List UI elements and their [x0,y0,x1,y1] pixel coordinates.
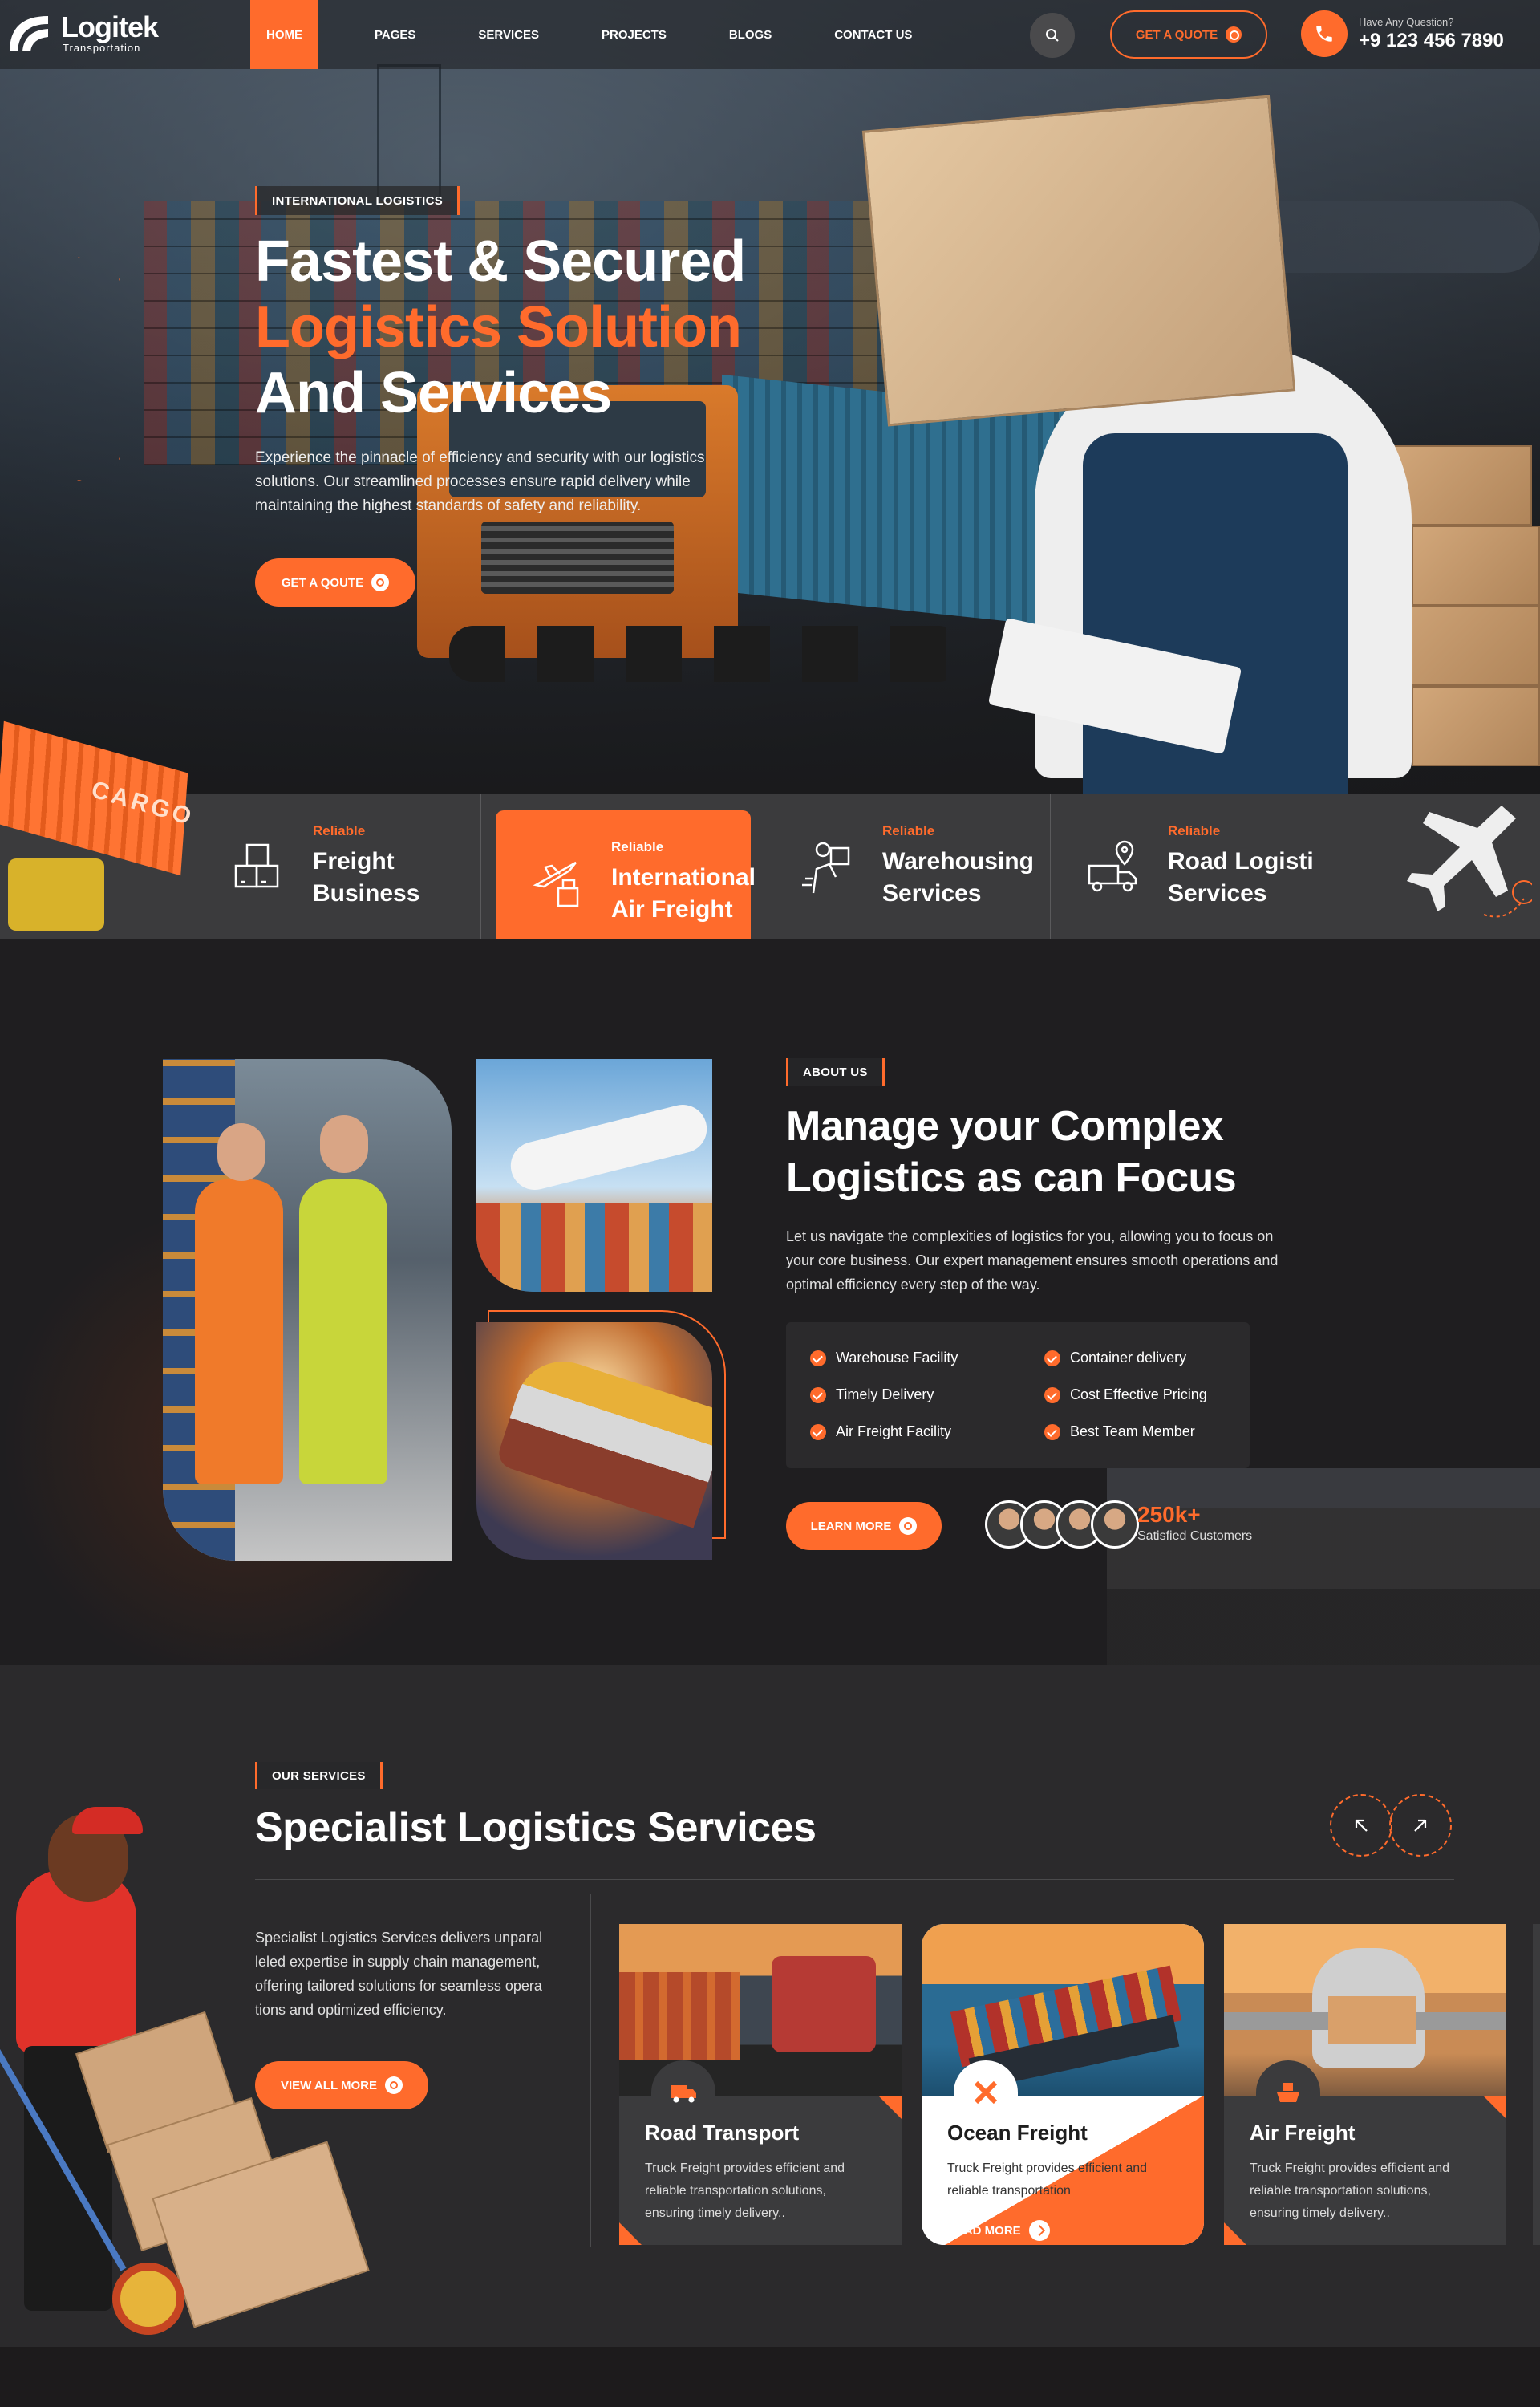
warehouse-workers-image [163,1059,452,1561]
check-item: Air Freight Facility [810,1423,951,1440]
main-nav: HOME PAGES SERVICES PROJECTS BLOGS CONTA… [250,0,958,69]
check-icon [810,1350,826,1366]
coin-icon [1226,26,1242,43]
arrow-up-left-icon [1355,1819,1368,1832]
check-item: Best Team Member [1044,1423,1195,1440]
next-arrow-button[interactable] [1389,1794,1452,1857]
feature-road-logistic-services[interactable]: Reliable Road Logisti Services [1052,794,1336,939]
check-item: Cost Effective Pricing [1044,1386,1207,1403]
nav-item-home[interactable]: HOME [250,0,318,69]
nav-item-blogs[interactable]: BLOGS [713,0,788,69]
feature-warehousing-services[interactable]: Reliable Warehousing Services [767,794,1051,939]
prev-arrow-button[interactable] [1330,1794,1392,1857]
nav-item-contact[interactable]: CONTACT US [818,0,928,69]
truck-icon [651,2060,715,2125]
hero-quote-button[interactable]: GET A QOUTE [255,558,415,607]
brand-name: Logitek [61,10,159,43]
check-icon [1044,1386,1060,1403]
coin-icon [371,574,390,591]
services-description: Specialist Logistics Services delivers u… [255,1930,543,2018]
check-item: Warehouse Facility [810,1350,958,1366]
coin-icon [899,1517,918,1535]
service-card-road-transport[interactable]: Road Transport Truck Freight provides ef… [619,1924,902,2245]
feature-international-air-freight[interactable]: Reliable International Air Freight [496,810,756,955]
train-image [476,1322,712,1560]
service-card-air-freight[interactable]: Air Freight Truck Freight provides effic… [1224,1924,1506,2245]
ship-icon [954,2060,1018,2125]
truck-pin-icon [1088,840,1137,892]
view-all-button[interactable]: VIEW ALL MORE [255,2061,428,2109]
check-icon [1044,1423,1060,1440]
next-card-peek [1526,1924,1540,2245]
coin-icon [385,2076,403,2094]
airplane-icon [1407,806,1532,918]
search-icon [1046,29,1059,42]
arrow-up-right-icon [1414,1819,1427,1832]
airplane-cargo-image [476,1059,712,1292]
customer-avatars [985,1500,1139,1549]
about-description: Let us navigate the complexities of logi… [786,1228,1279,1293]
hero-tag: INTERNATIONAL LOGISTICS [255,186,460,215]
check-icon [810,1423,826,1440]
site-header: Logitek Transportation HOME PAGES SERVIC… [0,0,1540,69]
cargo-ship-icon [1256,2060,1320,2125]
logo[interactable]: Logitek Transportation [6,10,159,56]
brand-tagline: Transportation [63,41,141,54]
get-quote-button[interactable]: GET A QUOTE [1110,10,1267,59]
phone-icon[interactable] [1301,10,1348,57]
check-item: Container delivery [1044,1350,1186,1366]
nav-item-services[interactable]: SERVICES [462,0,555,69]
service-card-ocean-freight[interactable]: Ocean Freight Truck Freight provides eff… [922,1924,1204,2245]
hero-title: Fastest & Secured Logistics Solution And… [255,229,746,425]
footer-strip [0,2347,1540,2407]
customers-count: 250k+ [1137,1502,1201,1527]
phone-contact: Have Any Question? +9 123 456 7890 [1359,16,1504,52]
about-title: Manage your Complex Logistics as can Focu… [786,1103,1237,1201]
services-tag: OUR SERVICES [255,1762,383,1789]
customers-label: Satisfied Customers [1137,1529,1253,1543]
hero-section [0,0,1540,794]
search-button[interactable] [1030,13,1075,58]
arrow-right-icon [1028,2220,1050,2241]
logo-icon [10,16,48,51]
check-icon [1044,1350,1060,1366]
phone-number[interactable]: +9 123 456 7890 [1359,30,1504,52]
check-icon [810,1386,826,1403]
avatar [1091,1500,1139,1549]
about-tag: ABOUT US [786,1058,885,1086]
nav-item-pages[interactable]: PAGES [359,0,432,69]
read-more-link[interactable]: READ MORE [947,2220,1050,2241]
nav-item-projects[interactable]: PROJECTS [586,0,683,69]
plane-boxes-icon [533,861,579,907]
check-item: Timely Delivery [810,1386,934,1403]
forklift-image [8,858,104,931]
learn-more-button[interactable]: LEARN MORE [786,1502,942,1550]
feature-freight-business[interactable]: Reliable Freight Business [197,794,481,939]
boxes-icon [234,843,279,888]
cardboard-box [861,95,1296,427]
hero-description: Experience the pinnacle of efficiency an… [255,449,705,514]
courier-icon [802,842,850,894]
